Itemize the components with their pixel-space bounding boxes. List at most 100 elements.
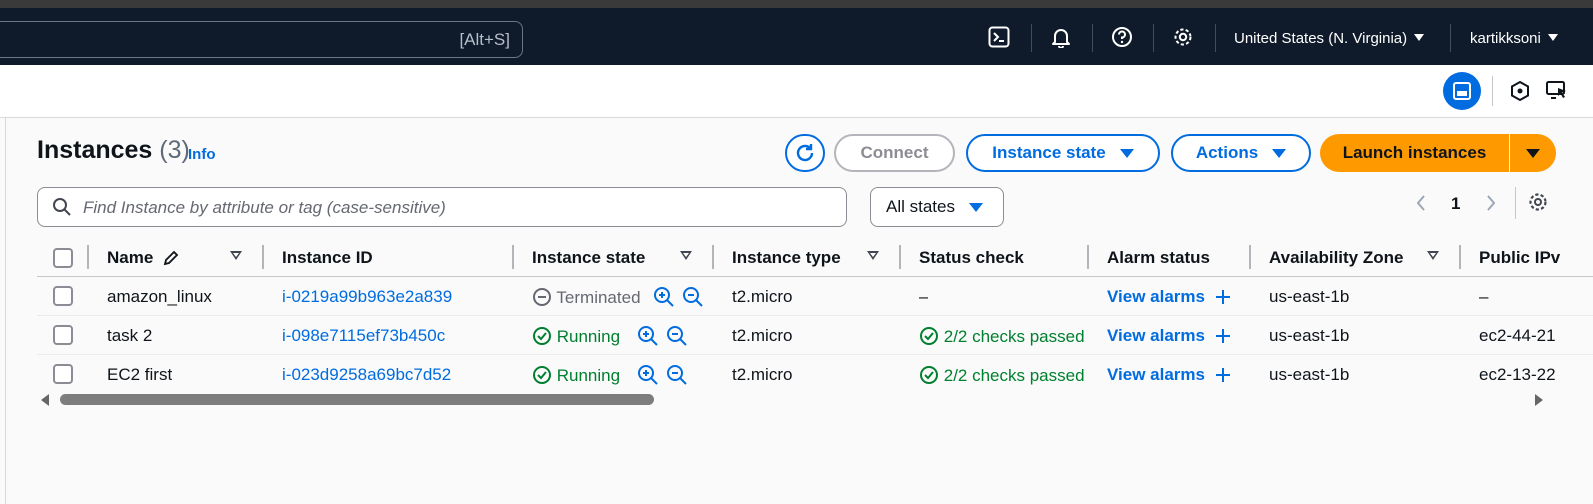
plus-icon — [1215, 368, 1230, 382]
status-check: – — [919, 287, 929, 306]
table-row[interactable]: EC2 first i-023d9258a69bc7d52 Running t2… — [37, 355, 1593, 394]
bell-icon[interactable] — [1049, 25, 1073, 49]
column-header-instance-state[interactable]: Instance state — [532, 248, 645, 268]
sort-icon[interactable] — [230, 251, 242, 260]
table-row[interactable]: task 2 i-098e7115ef73b450c Running t2.mi… — [37, 316, 1593, 355]
instance-name: task 2 — [107, 326, 153, 345]
instance-name: amazon_linux — [107, 287, 212, 306]
gear-icon[interactable] — [1171, 25, 1195, 49]
row-checkbox[interactable] — [53, 286, 73, 306]
column-separator — [1249, 245, 1251, 269]
column-separator — [1459, 245, 1461, 269]
view-alarms-link[interactable]: View alarms — [1107, 326, 1232, 346]
filter-placeholder: Find Instance by attribute or tag (case-… — [83, 198, 446, 217]
status-check: 2/2 checks passed — [919, 326, 1087, 347]
nav-divider — [1215, 24, 1216, 52]
info-link[interactable]: Info — [188, 146, 216, 163]
cloudshell-icon[interactable] — [987, 25, 1011, 49]
status-check: 2/2 checks passed — [919, 365, 1087, 386]
column-header-alarm-status[interactable]: Alarm status — [1107, 248, 1210, 268]
account-menu[interactable]: kartikksoni — [1470, 30, 1558, 47]
sort-icon[interactable] — [1427, 251, 1439, 260]
scroll-left-icon[interactable] — [41, 394, 49, 406]
instance-id-link[interactable]: i-0219a99b963e2a839 — [282, 287, 452, 307]
instance-id-link[interactable]: i-023d9258a69bc7d52 — [282, 365, 451, 385]
public-ip: ec2-13-22 — [1479, 365, 1556, 384]
pencil-icon — [163, 250, 179, 266]
column-separator — [512, 245, 514, 269]
hexagon-icon[interactable] — [1507, 78, 1533, 104]
row-checkbox[interactable] — [53, 325, 73, 345]
search-shortcut: [Alt+S] — [459, 30, 510, 49]
availability-zone: us-east-1b — [1269, 326, 1350, 345]
zoom-in-icon[interactable] — [637, 325, 659, 352]
column-separator — [87, 245, 89, 269]
pager-divider — [1515, 187, 1516, 219]
nav-edge — [0, 118, 6, 504]
instance-type: t2.micro — [732, 287, 793, 306]
nav-divider — [1092, 24, 1093, 52]
caret-down-icon — [968, 202, 983, 212]
zoom-out-icon[interactable] — [666, 325, 688, 352]
screen-cursor-icon[interactable] — [1544, 78, 1570, 104]
next-page-icon[interactable] — [1484, 193, 1498, 218]
browser-strip — [0, 0, 1593, 8]
sort-icon[interactable] — [680, 251, 692, 260]
sort-icon[interactable] — [867, 251, 879, 260]
page-number[interactable]: 1 — [1451, 194, 1460, 214]
column-header-availability-zone[interactable]: Availability Zone — [1269, 248, 1403, 268]
caret-down-icon — [1119, 148, 1134, 158]
instance-state: Terminated — [532, 287, 641, 308]
help-icon[interactable] — [1110, 25, 1134, 49]
check-circle-icon — [920, 366, 938, 384]
table-header: Name Instance ID Instance state Instance… — [37, 240, 1593, 277]
instance-filter-input[interactable]: Find Instance by attribute or tag (case-… — [37, 187, 847, 227]
instance-count: (3) — [159, 136, 190, 164]
connect-button[interactable]: Connect — [834, 134, 955, 172]
view-alarms-link[interactable]: View alarms — [1107, 365, 1232, 385]
tools-divider — [1492, 76, 1493, 106]
column-separator — [262, 245, 264, 269]
nav-divider — [1153, 24, 1154, 52]
scroll-right-icon[interactable] — [1535, 394, 1543, 406]
refresh-button[interactable] — [785, 134, 825, 172]
states-select[interactable]: All states — [870, 187, 1004, 227]
actions-button[interactable]: Actions — [1171, 134, 1311, 172]
availability-zone: us-east-1b — [1269, 287, 1350, 306]
launch-instances-button[interactable]: Launch instances — [1320, 134, 1509, 172]
caret-down-icon — [1272, 148, 1287, 158]
row-checkbox[interactable] — [53, 364, 73, 384]
scrollbar-thumb[interactable] — [60, 394, 654, 405]
global-search-input[interactable]: [Alt+S] — [0, 21, 523, 58]
public-ip: – — [1479, 287, 1489, 306]
launch-dropdown-button[interactable] — [1510, 134, 1556, 172]
table-row[interactable]: amazon_linux i-0219a99b963e2a839 Termina… — [37, 277, 1593, 316]
zoom-in-icon[interactable] — [653, 286, 675, 313]
public-ip: ec2-44-21 — [1479, 326, 1556, 345]
zoom-out-icon[interactable] — [666, 364, 688, 391]
column-header-name[interactable]: Name — [107, 248, 180, 268]
column-header-status-check[interactable]: Status check — [919, 248, 1024, 268]
instance-type: t2.micro — [732, 365, 793, 384]
column-header-public-ip[interactable]: Public IPv — [1479, 248, 1560, 268]
instance-state-button[interactable]: Instance state — [966, 134, 1160, 172]
zoom-out-icon[interactable] — [682, 286, 704, 313]
select-all-checkbox[interactable] — [53, 248, 73, 268]
region-selector[interactable]: United States (N. Virginia) — [1234, 30, 1425, 47]
instance-id-link[interactable]: i-098e7115ef73b450c — [282, 326, 445, 346]
column-separator — [712, 245, 714, 269]
instance-state: Running — [532, 365, 620, 386]
instance-name: EC2 first — [107, 365, 173, 384]
top-navigation: [Alt+S] United States (N. Virginia) kart… — [0, 8, 1593, 65]
column-header-instance-type[interactable]: Instance type — [732, 248, 841, 268]
zoom-in-icon[interactable] — [637, 364, 659, 391]
check-circle-icon — [920, 327, 938, 345]
panel-toggle-icon[interactable] — [1443, 72, 1481, 110]
tools-bar — [0, 65, 1593, 118]
table-settings-icon[interactable] — [1527, 191, 1549, 218]
column-header-instance-id[interactable]: Instance ID — [282, 248, 373, 268]
caret-down-icon — [1526, 148, 1540, 158]
previous-page-icon[interactable] — [1414, 193, 1428, 218]
refresh-icon — [796, 144, 814, 162]
view-alarms-link[interactable]: View alarms — [1107, 287, 1232, 307]
